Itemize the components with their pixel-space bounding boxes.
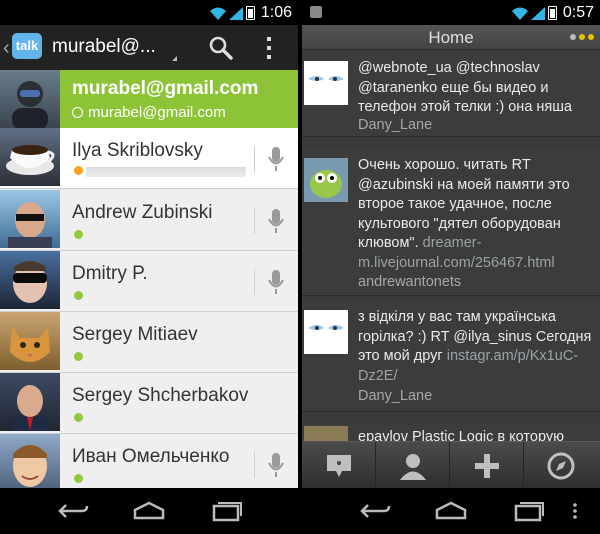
presence-available-icon: [74, 230, 83, 239]
contact-name: Andrew Zubinski: [72, 202, 213, 223]
talk-screen: 1:06 ‹ talk murabel@... murabel@gmail.co…: [0, 0, 298, 534]
contact-row[interactable]: Andrew Zubinski: [0, 190, 298, 251]
contact-name: Sergey Shcherbakov: [72, 385, 249, 406]
status-time: 1:06: [260, 4, 292, 21]
tweet-author[interactable]: andrewantonets: [358, 274, 461, 290]
compass-icon: [547, 452, 575, 480]
presence-away-icon: [74, 166, 83, 175]
contact-row[interactable]: Иван Омельченко: [0, 434, 298, 495]
tweet-text: @webnote_ua @technoslav @taranenko еще б…: [358, 60, 572, 115]
notification-icon: [310, 6, 322, 18]
recent-apps-icon[interactable]: [512, 500, 546, 522]
microphone-icon[interactable]: [268, 452, 284, 478]
contact-name: Иван Омельченко: [72, 446, 230, 467]
status-icons: [512, 6, 557, 20]
presence-ring-icon: [72, 107, 83, 118]
contact-row[interactable]: Dmitry P.: [0, 251, 298, 312]
self-name: murabel@gmail.com: [72, 78, 259, 99]
self-status-text: murabel@gmail.com: [88, 104, 226, 121]
compose-tweet-icon: [327, 455, 351, 477]
contact-avatar: [0, 373, 60, 431]
contact-row[interactable]: Sergey Shcherbakov: [0, 373, 298, 434]
profile-icon: [400, 454, 426, 480]
contact-avatar: [0, 434, 60, 492]
timeline-header: Home: [302, 25, 600, 50]
home-icon[interactable]: [434, 500, 468, 522]
tweet-avatar[interactable]: [304, 310, 348, 354]
contact-row[interactable]: Sergey Mitiaev: [0, 312, 298, 373]
self-avatar: [0, 70, 60, 128]
self-status-row[interactable]: murabel@gmail.com murabel@gmail.com: [0, 70, 298, 128]
tweet-text: з відкіля у вас там українська горілка? …: [358, 309, 592, 384]
presence-available-icon: [74, 474, 83, 483]
page-indicator: [570, 34, 594, 40]
tweet-author[interactable]: Dany_Lane: [358, 388, 432, 404]
microphone-icon[interactable]: [268, 269, 284, 295]
back-chevron-icon[interactable]: ‹: [3, 37, 10, 60]
system-nav-bar: [0, 488, 298, 534]
tab-add[interactable]: [450, 442, 524, 489]
dropdown-indicator-icon: [172, 56, 177, 61]
page-title: Home: [428, 28, 474, 47]
contact-avatar: [0, 312, 60, 370]
tweet-item[interactable]: @webnote_ua @technoslav @taranenko еще б…: [302, 51, 600, 137]
contact-name: Dmitry P.: [72, 263, 148, 284]
screenshot: 1:06 ‹ talk murabel@... murabel@gmail.co…: [0, 0, 600, 534]
contact-avatar: [0, 190, 60, 248]
signal-icon: [531, 7, 545, 20]
presence-available-icon: [74, 352, 83, 361]
contact-name: Sergey Mitiaev: [72, 324, 198, 345]
add-icon: [475, 454, 499, 478]
overflow-menu-icon[interactable]: [266, 37, 272, 59]
microphone-icon[interactable]: [268, 208, 284, 234]
back-icon[interactable]: [56, 500, 90, 522]
presence-available-icon: [74, 413, 83, 422]
tweet-avatar[interactable]: [304, 158, 348, 202]
menu-icon[interactable]: [570, 500, 580, 522]
account-selector[interactable]: murabel@...: [52, 36, 156, 58]
tab-profile[interactable]: [376, 442, 450, 489]
recent-apps-icon[interactable]: [210, 500, 244, 522]
contact-avatar: [0, 251, 60, 309]
action-bar: ‹ talk murabel@...: [0, 25, 298, 70]
battery-icon: [246, 6, 255, 20]
tweet-item[interactable]: Очень хорошо. читать RT @azubinski на мо…: [302, 148, 600, 296]
contact-avatar: [0, 128, 60, 186]
tweet-item[interactable]: з відкіля у вас там українська горілка? …: [302, 300, 600, 412]
status-time: 0:57: [562, 4, 594, 21]
microphone-icon[interactable]: [268, 146, 284, 172]
twitter-screen: 0:57 Home @webnote_ua @technoslav @taran…: [302, 0, 600, 534]
system-nav-bar: [302, 488, 600, 534]
self-status: murabel@gmail.com: [72, 104, 226, 121]
tweet-author[interactable]: Dany_Lane: [358, 117, 432, 133]
signal-icon: [229, 7, 243, 20]
tab-compose[interactable]: [302, 442, 376, 489]
wifi-icon: [210, 7, 226, 20]
wifi-icon: [512, 7, 528, 20]
status-bar: 1:06: [0, 0, 298, 25]
presence-available-icon: [74, 291, 83, 300]
tweet-avatar[interactable]: [304, 61, 348, 105]
talk-app-icon[interactable]: talk: [12, 33, 42, 59]
back-icon[interactable]: [358, 500, 392, 522]
tab-discover[interactable]: [524, 442, 598, 489]
status-icons: [210, 6, 255, 20]
typing-indicator: [86, 167, 246, 177]
search-icon[interactable]: [208, 35, 234, 61]
contact-row[interactable]: Ilya Skriblovsky: [0, 128, 298, 189]
bottom-tab-bar: [302, 441, 600, 489]
tweet-text: Очень хорошо. читать RT @azubinski на мо…: [358, 157, 570, 271]
status-bar: 0:57: [302, 0, 600, 25]
home-icon[interactable]: [132, 500, 166, 522]
battery-icon: [548, 6, 557, 20]
contact-name: Ilya Skriblovsky: [72, 140, 203, 161]
